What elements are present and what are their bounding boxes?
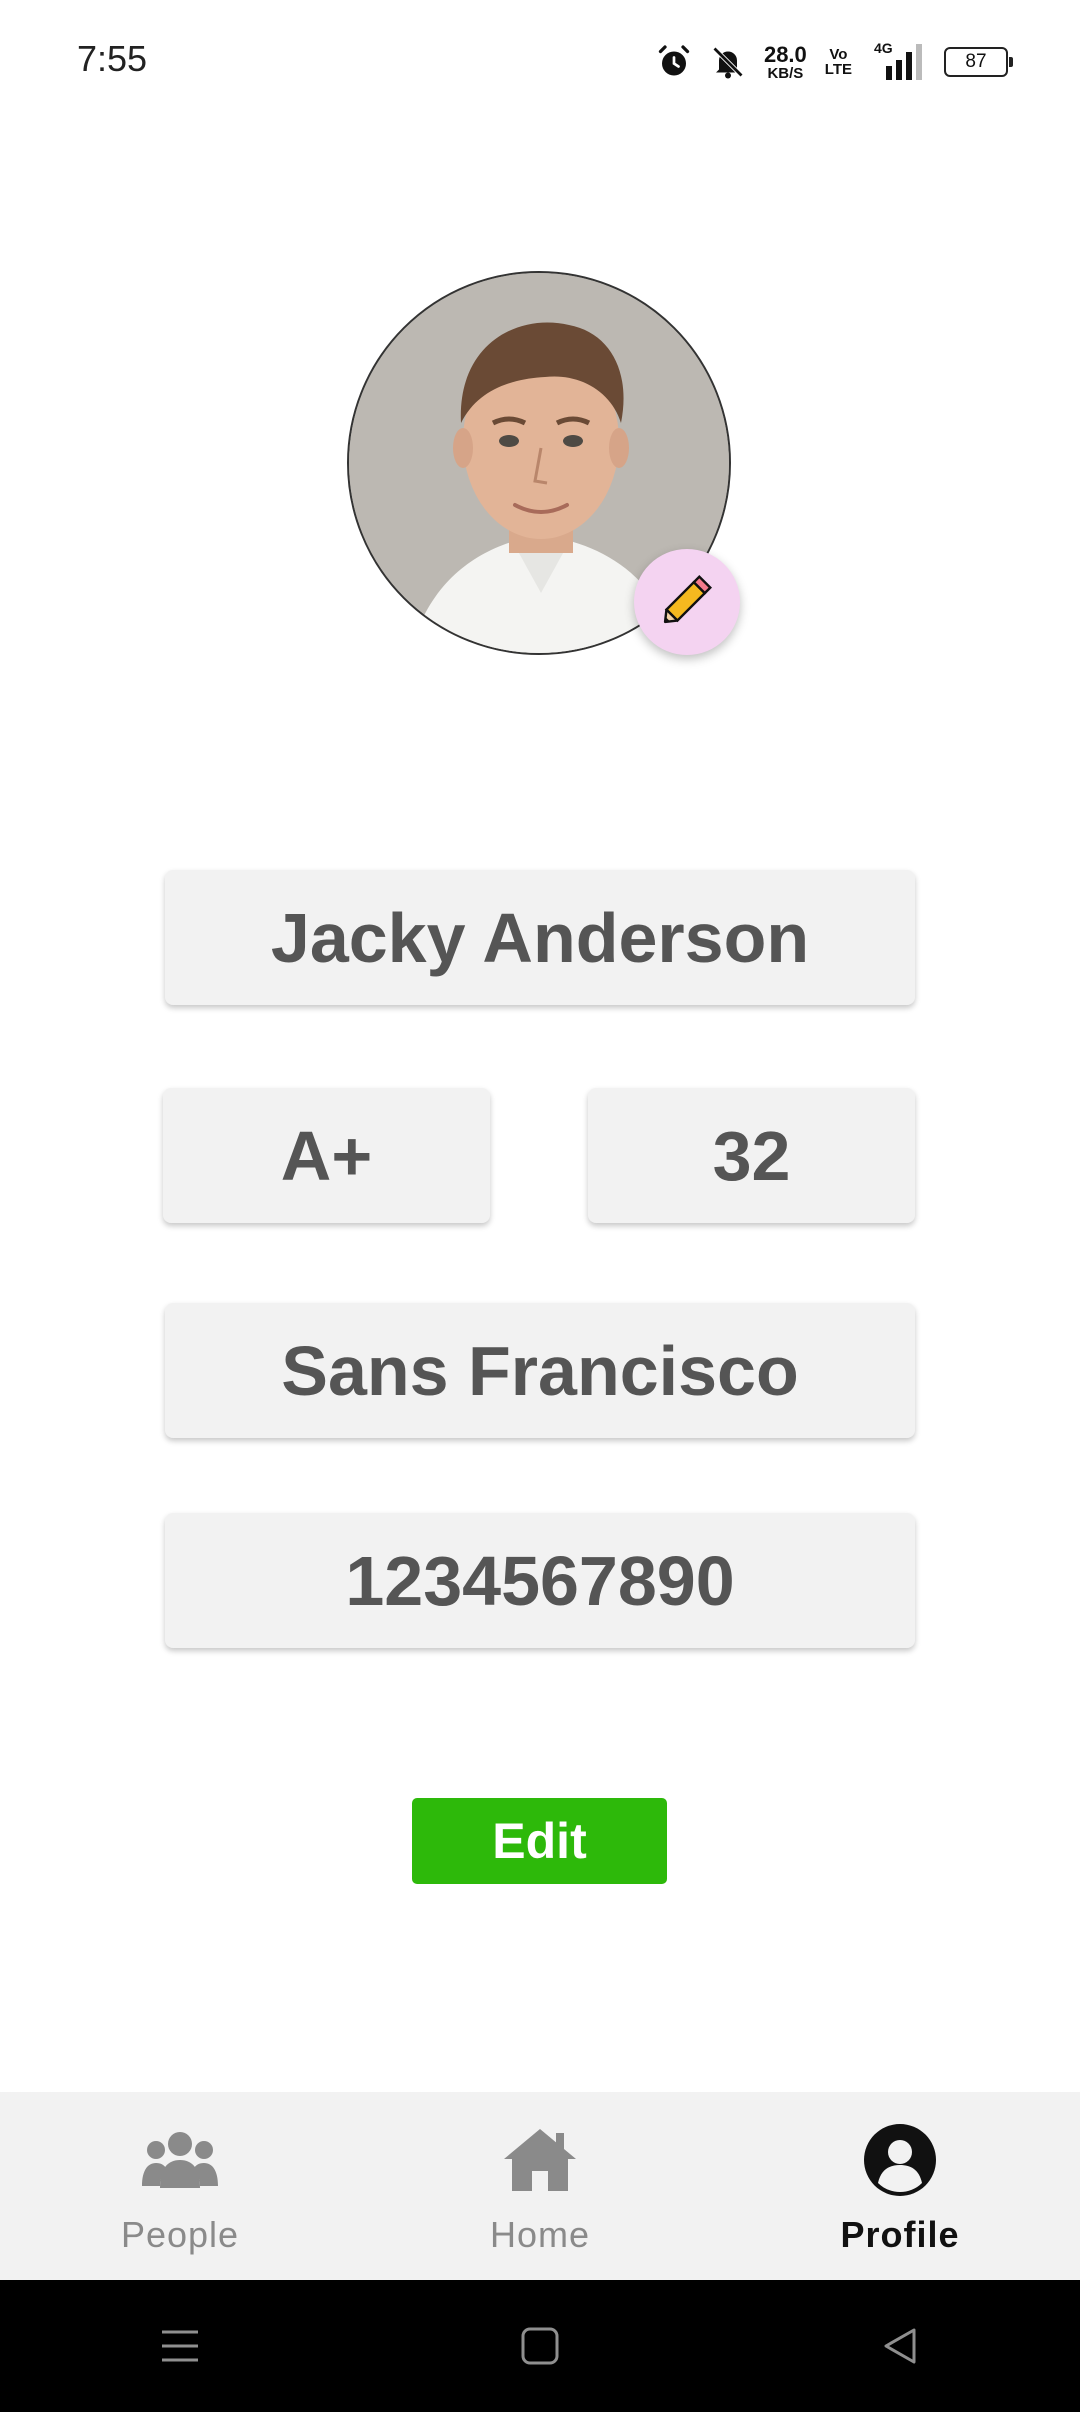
volte-indicator: Vo LTE xyxy=(825,47,852,77)
age-field: 32 xyxy=(588,1088,915,1223)
alarm-icon xyxy=(656,44,692,80)
network-speed-value: 28.0 xyxy=(763,41,807,67)
nav-label-home: Home xyxy=(489,2214,591,2255)
pencil-icon xyxy=(656,569,718,636)
phone-value: 1234567890 xyxy=(345,1541,735,1620)
home-icon xyxy=(500,2120,580,2200)
nav-item-profile[interactable]: Profile xyxy=(720,2092,1080,2280)
name-field: Jacky Anderson xyxy=(165,870,915,1005)
phone-field: 1234567890 xyxy=(165,1513,915,1648)
mute-bell-icon xyxy=(710,44,746,80)
home-system-button[interactable] xyxy=(480,2306,600,2386)
recent-apps-button[interactable] xyxy=(120,2306,240,2386)
battery-level: 87 xyxy=(965,51,987,72)
edit-button[interactable]: Edit xyxy=(412,1798,667,1884)
bottom-nav: People Home Profile xyxy=(0,2092,1080,2280)
people-icon xyxy=(140,2120,220,2200)
edit-button-label: Edit xyxy=(492,1813,587,1869)
network-speed: 28.0 KB/S xyxy=(763,41,807,82)
network-speed-unit: KB/S xyxy=(767,64,804,82)
status-time: 7:55 xyxy=(77,38,148,79)
system-nav-bar xyxy=(0,2280,1080,2412)
volte-bottom: LTE xyxy=(824,61,852,78)
status-bar: 7:55 28.0 KB/S Vo LTE 4G 87 xyxy=(0,0,1080,125)
status-icons: 28.0 KB/S Vo LTE 4G 87 xyxy=(656,38,1013,86)
name-value: Jacky Anderson xyxy=(270,898,810,977)
nav-label-people: People xyxy=(120,2214,240,2255)
battery-indicator: 87 xyxy=(944,47,1013,77)
volte-top: Vo xyxy=(829,46,848,63)
age-value: 32 xyxy=(712,1116,791,1195)
profile-icon xyxy=(860,2120,940,2200)
city-value: Sans Francisco xyxy=(281,1331,799,1410)
back-button[interactable] xyxy=(840,2306,960,2386)
nav-item-home[interactable]: Home xyxy=(360,2092,720,2280)
city-field: Sans Francisco xyxy=(165,1303,915,1438)
nav-item-people[interactable]: People xyxy=(0,2092,360,2280)
blood-group-field: A+ xyxy=(163,1088,490,1223)
network-type: 4G xyxy=(874,40,893,56)
nav-label-profile: Profile xyxy=(840,2214,960,2255)
edit-photo-button[interactable] xyxy=(634,549,740,655)
blood-group-value: A+ xyxy=(280,1116,373,1195)
signal-icon: 4G xyxy=(870,40,926,80)
